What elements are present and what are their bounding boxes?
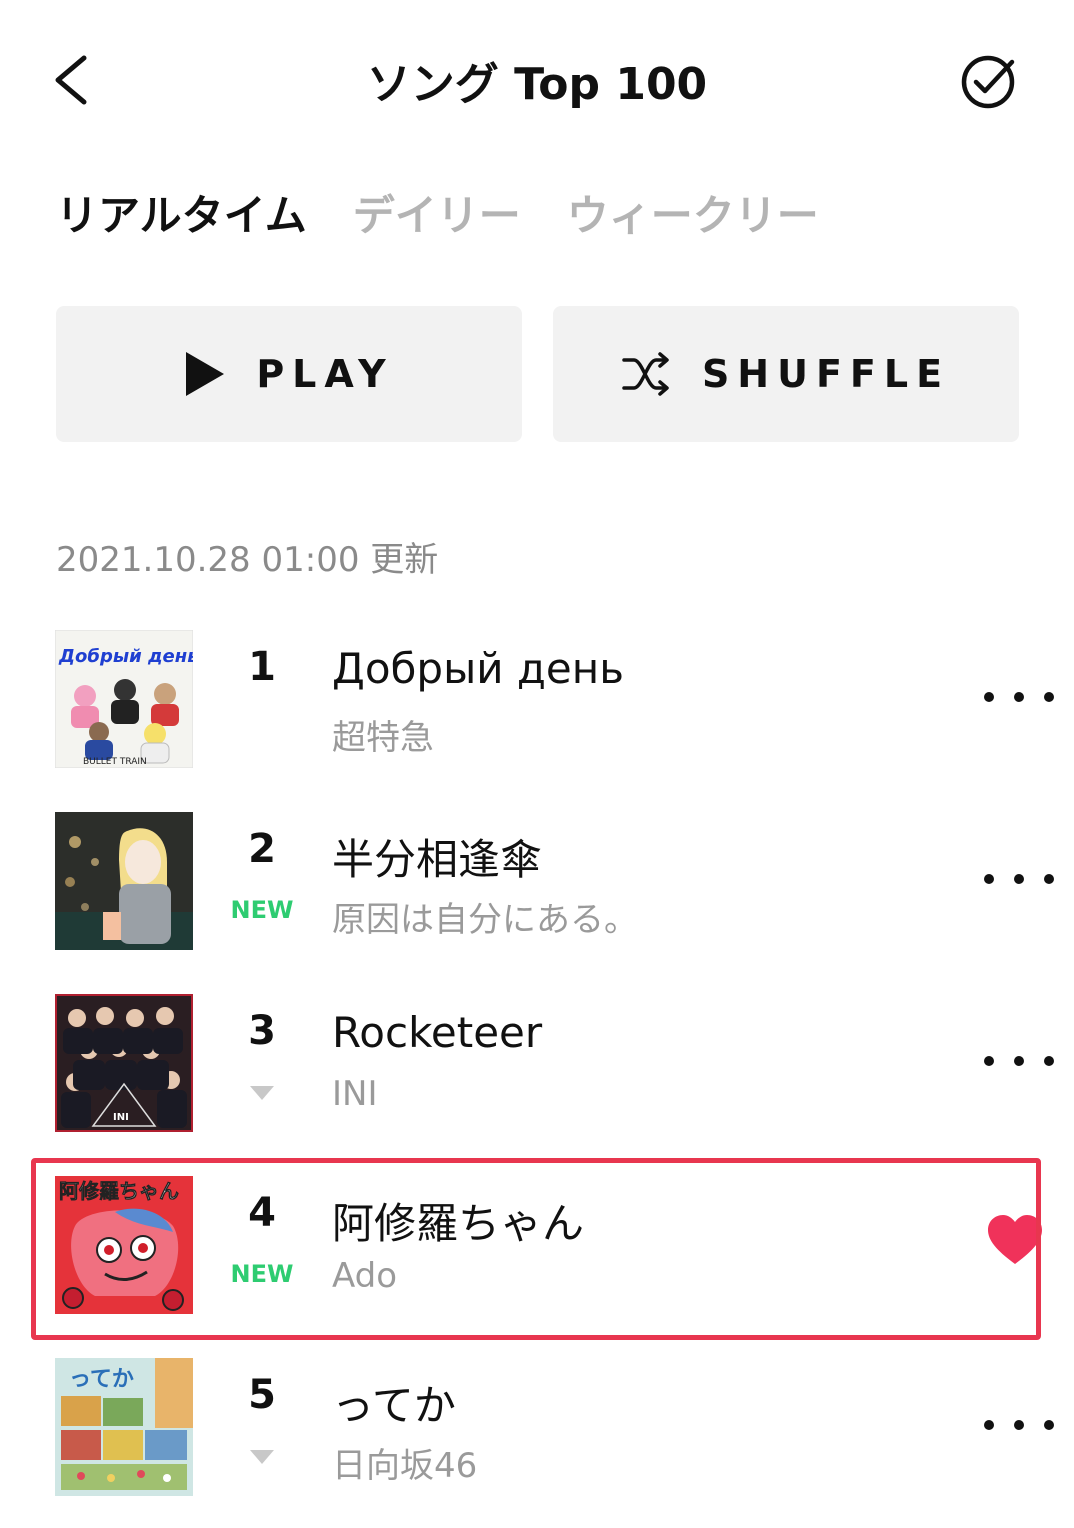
heart-icon: [988, 1215, 1042, 1264]
more-options-button[interactable]: [984, 864, 1054, 894]
song-artist[interactable]: 超特急: [332, 710, 434, 759]
song-row[interactable]: 阿修羅ちゃん 4 NEW 阿修羅ちゃん Ado: [0, 1176, 1074, 1346]
album-art: [55, 812, 193, 950]
album-art: Добрый день BULLET TRAIN: [55, 630, 193, 768]
song-artist[interactable]: 日向坂46: [332, 1438, 477, 1487]
song-title: Добрый день: [332, 644, 624, 693]
rank-number: 3: [248, 1008, 276, 1054]
song-title: 阿修羅ちゃん: [332, 1199, 585, 1248]
play-button[interactable]: PLAY: [56, 306, 522, 442]
song-row[interactable]: Добрый день BULLET TRAIN 1 Добрый день 超…: [0, 630, 1074, 800]
more-options-button[interactable]: [984, 682, 1054, 712]
tab-realtime[interactable]: リアルタイム: [56, 182, 307, 252]
more-icon: [984, 1056, 994, 1066]
check-circle-icon: [961, 55, 1015, 109]
song-row[interactable]: 2 NEW 半分相逢傘 原因は自分にある。: [0, 812, 1074, 982]
rank-down-icon: [250, 1450, 274, 1464]
song-artist[interactable]: INI: [332, 1074, 378, 1114]
tab-daily[interactable]: デイリー: [353, 182, 521, 252]
more-icon: [984, 1420, 994, 1430]
rank-number: 5: [248, 1372, 276, 1418]
shuffle-label: SHUFFLE: [701, 352, 951, 396]
more-icon: [984, 692, 994, 702]
new-badge: NEW: [230, 896, 294, 924]
new-badge: NEW: [230, 1260, 294, 1288]
more-options-button[interactable]: [984, 1046, 1054, 1076]
update-timestamp: 2021.10.28 01:00 更新: [56, 540, 439, 580]
like-button[interactable]: [986, 1212, 1044, 1270]
svg-text:BULLET TRAIN: BULLET TRAIN: [83, 757, 147, 767]
play-icon: [186, 352, 225, 396]
shuffle-icon: [622, 352, 669, 396]
song-row[interactable]: ってか 5 ってか 日向坂46: [0, 1358, 1074, 1528]
period-tabs: リアルタイム デイリー ウィークリー: [56, 182, 819, 252]
tab-weekly[interactable]: ウィークリー: [567, 182, 819, 252]
cover-title: 阿修羅ちゃん: [59, 1179, 179, 1203]
album-art: ってか: [55, 1358, 193, 1496]
play-label: PLAY: [256, 352, 394, 396]
song-artist[interactable]: 原因は自分にある。: [332, 892, 638, 941]
more-icon: [984, 874, 994, 884]
header: ソング Top 100: [0, 0, 1074, 160]
song-row[interactable]: INI 3 Rocketeer INI: [0, 994, 1074, 1164]
song-artist[interactable]: Ado: [332, 1256, 397, 1296]
album-art: INI: [55, 994, 193, 1132]
song-title: 半分相逢傘: [332, 835, 543, 884]
page-title: ソング Top 100: [366, 59, 708, 110]
song-title: ってか: [332, 1381, 456, 1430]
cover-title: ってか: [69, 1367, 134, 1392]
select-button[interactable]: [950, 46, 1030, 126]
shuffle-button[interactable]: SHUFFLE: [553, 306, 1019, 442]
cover-title: INI: [113, 1112, 129, 1123]
album-art: 阿修羅ちゃん: [55, 1176, 193, 1314]
song-title: Rocketeer: [332, 1008, 543, 1057]
cover-title: Добрый день: [58, 646, 193, 667]
more-options-button[interactable]: [984, 1410, 1054, 1440]
rank-down-icon: [250, 1086, 274, 1100]
rank-number: 1: [248, 644, 276, 690]
rank-number: 4: [248, 1190, 276, 1236]
rank-number: 2: [248, 826, 276, 872]
